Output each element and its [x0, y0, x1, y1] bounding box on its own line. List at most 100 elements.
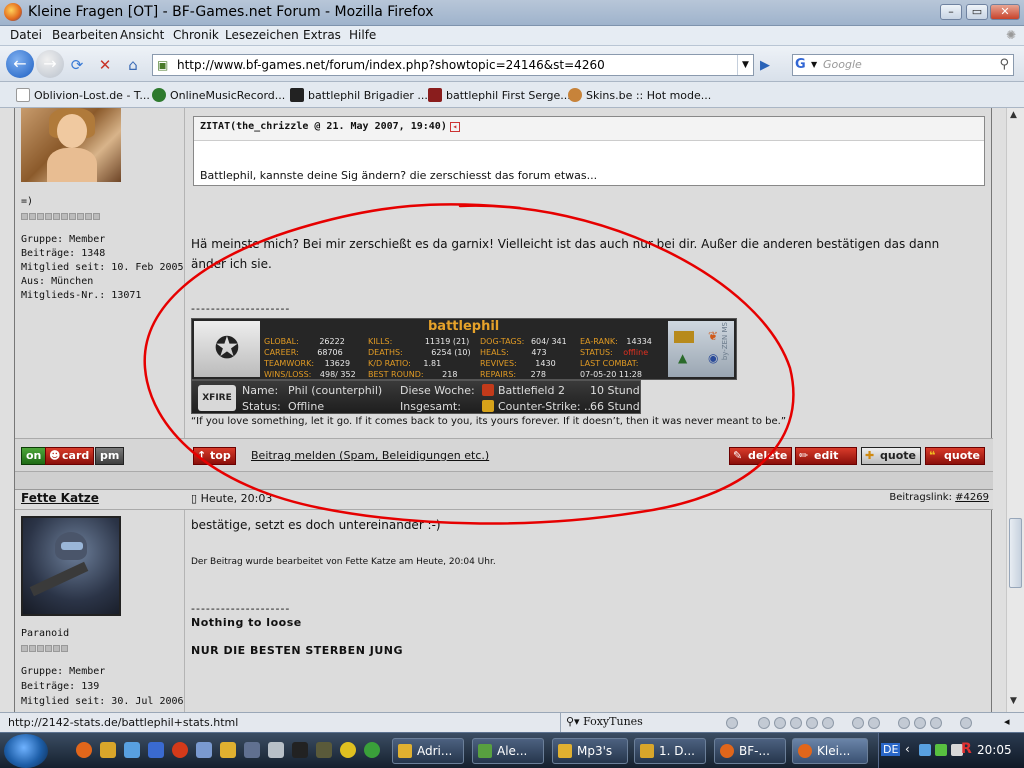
rewind-icon[interactable]	[774, 717, 786, 729]
reload-icon[interactable]: ⟳	[68, 56, 86, 74]
start-button[interactable]	[4, 734, 48, 768]
scroll-thumb[interactable]	[1009, 518, 1022, 588]
menu-chronik[interactable]: Chronik	[173, 28, 219, 42]
foxytunes-label[interactable]: ⚲▾ FoxyTunes	[566, 715, 643, 728]
taskbar-item-kleine-fragen[interactable]: Klei...	[792, 738, 868, 764]
bookmark-skins[interactable]: Skins.be :: Hot mode...	[568, 88, 711, 102]
pm-button[interactable]: pm	[95, 447, 125, 465]
menu-extras[interactable]: Extras	[303, 28, 341, 42]
quote-button[interactable]: ❝ quote	[925, 447, 985, 465]
stat-value: 26222	[319, 337, 345, 346]
url-bar[interactable]: ▣ http://www.bf-games.net/forum/index.ph…	[152, 54, 754, 76]
multiquote-label: quote	[880, 449, 916, 462]
go-arrow-icon[interactable]: ▶	[760, 58, 770, 73]
previous-icon[interactable]	[758, 717, 770, 729]
online-status-button[interactable]: on	[21, 447, 47, 465]
bf2142-quicklaunch-icon[interactable]	[292, 742, 308, 758]
bookmark-first-sergeant[interactable]: battlephil First Serge...	[428, 88, 571, 102]
bf2-icon	[428, 88, 442, 102]
menu-lesezeichen[interactable]: Lesezeichen	[225, 28, 299, 42]
taskbar-item-folder[interactable]: Adri...	[392, 738, 464, 764]
scroll-up-icon[interactable]: ▲	[1010, 110, 1017, 120]
tray-expand-icon[interactable]: ‹	[905, 742, 910, 756]
antivirus-icon[interactable]: R	[961, 741, 972, 757]
search-engine-dropdown-icon[interactable]: ▼	[811, 60, 817, 69]
volume-icon[interactable]	[852, 717, 864, 729]
forward-button[interactable]: →	[36, 50, 64, 78]
messenger-icon[interactable]	[935, 744, 947, 756]
search-placeholder[interactable]: Google	[823, 58, 862, 71]
next-icon[interactable]	[822, 717, 834, 729]
window-quicklaunch-icon[interactable]	[268, 742, 284, 758]
multiquote-button[interactable]: ✚ quote	[861, 447, 921, 465]
stat-value: 11319 (21)	[424, 337, 470, 346]
card-button[interactable]: ☻ card	[45, 447, 95, 465]
pencil-quicklaunch-icon[interactable]	[100, 742, 116, 758]
play-icon[interactable]	[726, 717, 738, 729]
taskbar-item-bf-games[interactable]: BF-...	[714, 738, 786, 764]
firefox-quicklaunch-icon[interactable]	[76, 742, 92, 758]
folder-quicklaunch-icon[interactable]	[220, 742, 236, 758]
stat-value: 218	[442, 370, 458, 379]
edit-button[interactable]: ✏ edit	[795, 447, 857, 465]
vertical-scrollbar[interactable]: ▲ ▼	[1006, 108, 1024, 712]
home-icon[interactable]: ⌂	[124, 56, 142, 74]
media-quicklaunch-icon[interactable]	[172, 742, 188, 758]
search-icon[interactable]: ⚲	[999, 57, 1009, 72]
search-box[interactable]: G ▼ Google ⚲	[792, 54, 1014, 76]
language-indicator[interactable]: DE	[881, 743, 901, 756]
user-group: Gruppe: Member	[21, 666, 106, 677]
shuffle-icon[interactable]	[868, 717, 880, 729]
report-post-link[interactable]: Beitrag melden (Spam, Beleidigungen etc.…	[251, 449, 489, 462]
scroll-down-icon[interactable]: ▼	[1010, 696, 1017, 706]
quote-jump-icon[interactable]: ◂	[449, 122, 460, 132]
app-quicklaunch-icon[interactable]	[148, 742, 164, 758]
bookmark-brigadier[interactable]: battlephil Brigadier ...	[290, 88, 428, 102]
rating-down-icon[interactable]	[930, 717, 942, 729]
stop-icon[interactable]	[806, 717, 818, 729]
delete-button[interactable]: ✎ delete	[729, 447, 793, 465]
bookmark-onlinemusic[interactable]: OnlineMusicRecord...	[152, 88, 285, 102]
stats-banner[interactable]: ✪ battlephil GLOBAL: 26222 KILLS: 11319 …	[191, 318, 737, 380]
url-text[interactable]: http://www.bf-games.net/forum/index.php?…	[177, 58, 605, 72]
back-button[interactable]: ←	[6, 50, 34, 78]
rating-up-icon[interactable]	[914, 717, 926, 729]
radiation-quicklaunch-icon[interactable]	[340, 742, 356, 758]
taskbar-item-mp3[interactable]: Mp3's	[552, 738, 628, 764]
google-icon[interactable]: G	[795, 57, 806, 72]
stat-label: BEST ROUND:	[368, 370, 424, 379]
mail-quicklaunch-icon[interactable]	[196, 742, 212, 758]
settings-icon[interactable]	[960, 717, 972, 729]
stat-label: K/D RATIO:	[368, 359, 411, 368]
eject-icon[interactable]	[898, 717, 910, 729]
user-rank-title: Paranoid	[21, 628, 70, 639]
pause-icon[interactable]	[790, 717, 802, 729]
post-author-name[interactable]: Fette Katze	[21, 491, 99, 505]
xfire-banner[interactable]: XFIRE Name: Phil (counterphil) Status: O…	[191, 380, 641, 414]
menu-hilfe[interactable]: Hilfe	[349, 28, 376, 42]
stat-label: LAST COMBAT:	[580, 359, 639, 368]
game-quicklaunch-icon[interactable]	[316, 742, 332, 758]
clover-quicklaunch-icon[interactable]	[364, 742, 380, 758]
network-icon[interactable]	[919, 744, 931, 756]
collapse-arrow-icon[interactable]: ◂	[1004, 715, 1010, 728]
taskbar-item-document[interactable]: 1. D...	[634, 738, 706, 764]
minimize-button[interactable]: –	[940, 4, 962, 20]
navigation-toolbar: ← → ⟳ ✕ ⌂ ▣ http://www.bf-games.net/foru…	[0, 46, 1024, 82]
close-button[interactable]: ✕	[990, 4, 1020, 20]
menu-bearbeiten[interactable]: Bearbeiten	[52, 28, 118, 42]
bookmark-oblivion[interactable]: Oblivion-Lost.de - T...	[16, 88, 150, 102]
menu-datei[interactable]: Datei	[10, 28, 42, 42]
stop-icon[interactable]: ✕	[96, 56, 114, 74]
itunes-quicklaunch-icon[interactable]	[244, 742, 260, 758]
maximize-button[interactable]: ▭	[966, 4, 988, 20]
taskbar-item-people[interactable]: Ale...	[472, 738, 544, 764]
people-quicklaunch-icon[interactable]	[124, 742, 140, 758]
quote-author: ZITAT(the_chrizzle @ 21. May 2007, 19:40…	[200, 121, 447, 132]
post-link-anchor[interactable]: #4269	[955, 492, 989, 503]
url-dropdown-icon[interactable]: ▼	[737, 55, 753, 75]
top-button[interactable]: ↑ top	[193, 447, 236, 465]
bookmark-label: OnlineMusicRecord...	[170, 89, 286, 102]
menu-ansicht[interactable]: Ansicht	[120, 28, 164, 42]
clock[interactable]: 20:05	[977, 743, 1012, 757]
